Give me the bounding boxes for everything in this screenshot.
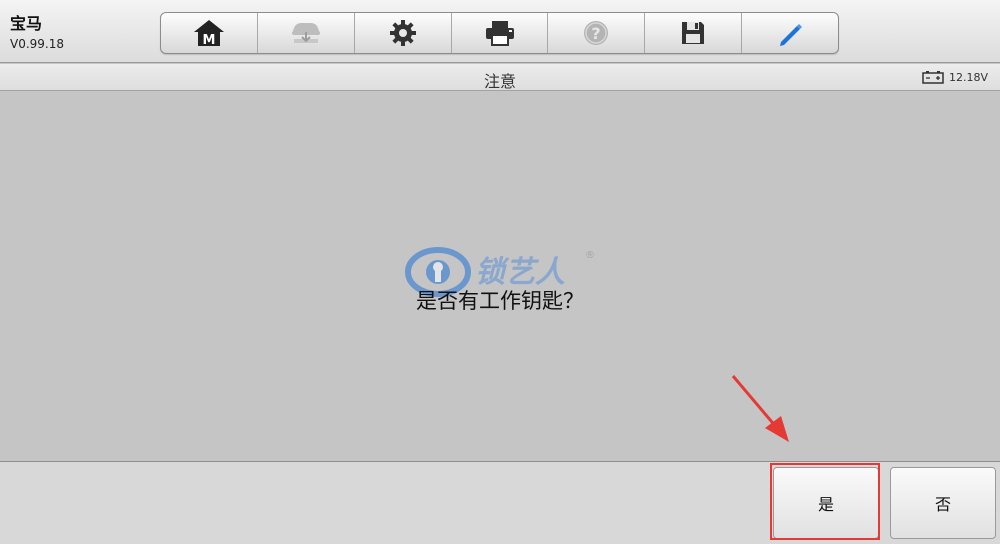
home-m-icon: M: [193, 20, 224, 48]
svg-text:?: ?: [592, 24, 601, 43]
top-bar: 宝马 V0.99.18 M ?: [0, 0, 1000, 63]
dialog-message: 是否有工作钥匙？: [416, 289, 584, 313]
home-button[interactable]: M: [161, 13, 258, 53]
print-button[interactable]: [452, 13, 549, 53]
dialog-content: 锁艺人 ® 是否有工作钥匙？: [0, 92, 1000, 461]
save-button[interactable]: [645, 13, 743, 53]
settings-button[interactable]: [355, 13, 452, 53]
title-strip: 注意 12.18V: [0, 64, 1000, 91]
vehicle-swap-button[interactable]: [258, 13, 355, 53]
app-version: V0.99.18: [10, 37, 65, 51]
question-icon: ?: [584, 21, 609, 45]
no-button[interactable]: 否: [890, 467, 996, 539]
svg-text:M: M: [202, 33, 215, 48]
pen-icon: [780, 24, 803, 46]
page-title: 注意: [483, 72, 516, 91]
annotation-arrow-icon: [731, 375, 789, 442]
floppy-disk-icon: [682, 22, 705, 44]
annotation-highlight-box: [770, 463, 880, 540]
toolbar: M ?: [160, 12, 839, 54]
app-name: 宝马: [10, 14, 43, 33]
help-button[interactable]: ?: [548, 13, 646, 53]
vehicle-swap-icon: [291, 23, 320, 43]
svg-text:®: ®: [585, 250, 595, 261]
printer-icon: [485, 21, 514, 46]
battery-voltage: 12.18V: [948, 70, 988, 84]
battery-status: 12.18V: [922, 70, 988, 84]
gear-icon: [389, 20, 416, 46]
app-info: 宝马 V0.99.18: [10, 14, 64, 52]
battery-icon: [922, 71, 944, 84]
edit-button[interactable]: [742, 13, 838, 53]
